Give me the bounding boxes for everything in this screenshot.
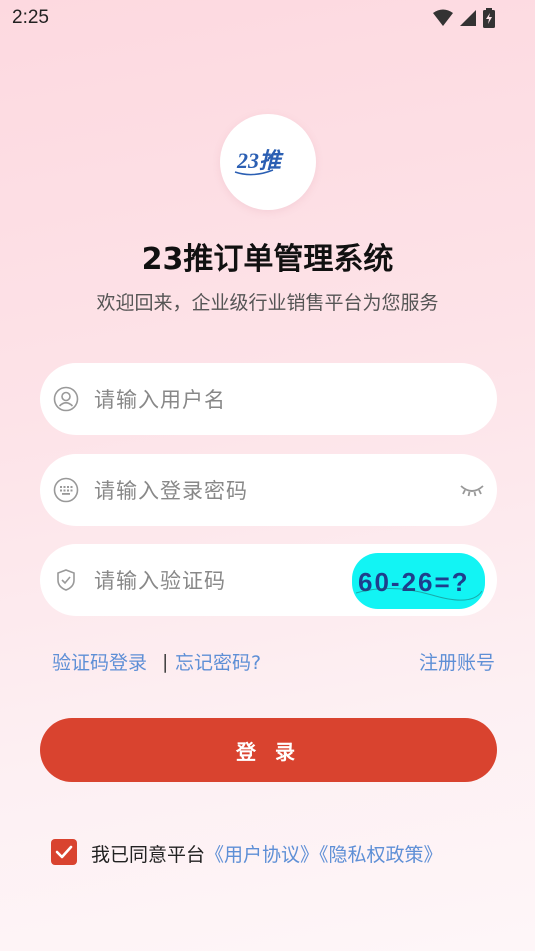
app-logo: 23推	[220, 114, 316, 210]
signal-icon	[460, 10, 476, 26]
user-agreement-link[interactable]: 《用户协议》	[205, 844, 319, 866]
link-separator: |	[162, 651, 169, 673]
eye-closed-icon[interactable]	[459, 480, 485, 500]
captcha-input[interactable]	[92, 544, 396, 618]
agreement-prefix: 我已同意平台	[91, 844, 206, 866]
password-field[interactable]	[40, 454, 497, 528]
keyboard-icon	[53, 477, 79, 503]
username-input[interactable]	[92, 363, 396, 437]
register-link[interactable]: 注册账号	[419, 648, 495, 675]
username-field[interactable]	[40, 363, 497, 437]
captcha-field[interactable]: 60-26=?	[40, 544, 497, 618]
page-title: 23推订单管理系统	[141, 242, 394, 277]
forgot-password-link[interactable]: 忘记密码?	[175, 648, 261, 675]
battery-icon	[483, 8, 495, 28]
links-row: 验证码登录 | 忘记密码? 注册账号	[52, 648, 495, 678]
wifi-icon	[433, 9, 453, 26]
sms-login-link[interactable]: 验证码登录	[52, 648, 147, 675]
logo-text: 23推	[236, 148, 284, 173]
captcha-text: 60-26=?	[358, 567, 470, 597]
shield-check-icon	[57, 569, 75, 591]
checkmark-icon	[55, 845, 73, 859]
status-icons	[433, 8, 495, 28]
page-subtitle: 欢迎回来，企业级行业销售平台为您服务	[96, 292, 439, 314]
agreement-text: 我已同意平台《用户协议》《隐私权政策》	[91, 840, 443, 867]
captcha-graphic: 60-26=?	[355, 567, 483, 601]
user-icon	[53, 386, 79, 412]
logo-image: 23推	[234, 148, 284, 176]
captcha-image[interactable]: 60-26=?	[352, 553, 485, 609]
status-time: 2:25	[12, 7, 49, 28]
password-input[interactable]	[92, 454, 396, 528]
privacy-policy-link[interactable]: 《隐私权政策》	[319, 844, 443, 866]
status-bar: 2:25	[0, 0, 535, 36]
login-button[interactable]: 登 录	[40, 718, 497, 782]
agreement-checkbox[interactable]	[51, 839, 77, 865]
